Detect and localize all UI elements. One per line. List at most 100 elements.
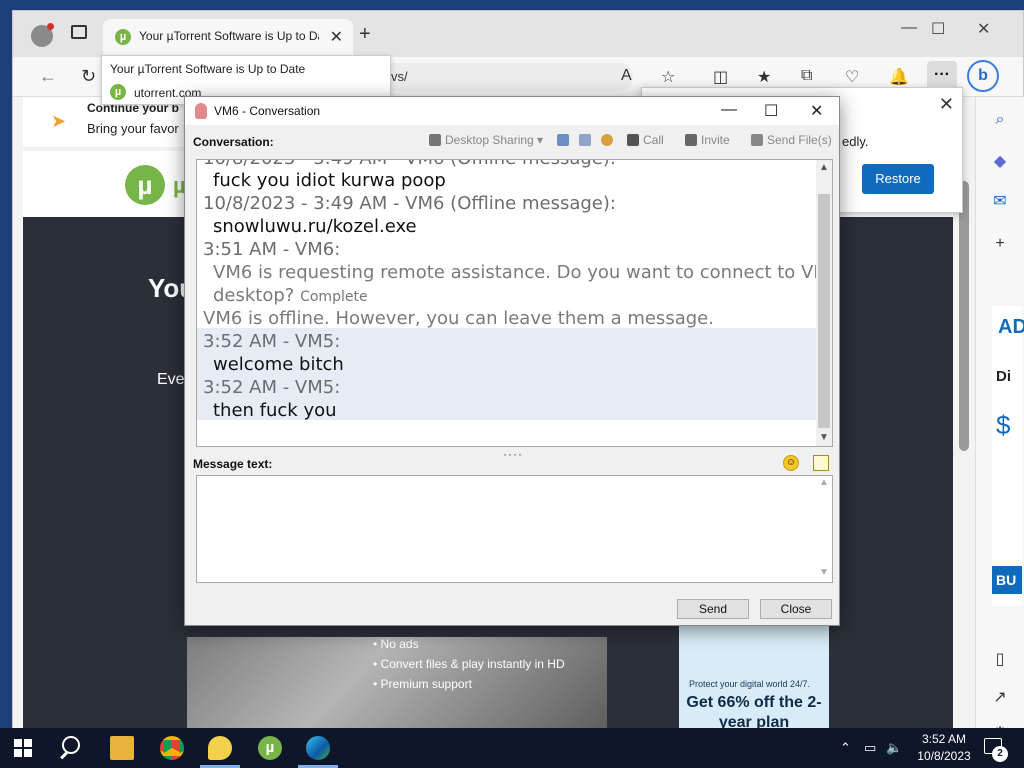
search-icon[interactable]: ⌕ (990, 111, 1010, 131)
page-scrollbar[interactable] (959, 181, 969, 451)
copilot-icon[interactable]: ◆ (990, 151, 1010, 171)
conversation-titlebar[interactable]: VM6 - Conversation — ☐ ✕ (185, 97, 839, 125)
file-transfer-icon[interactable] (579, 133, 595, 147)
maximize-icon[interactable]: ☐ (931, 19, 945, 39)
message-text: fuck you idiot kurwa poop (213, 170, 446, 191)
utorrent-logo-icon: µ (125, 165, 165, 205)
message-text[interactable]: snowluwu.ru/kozel.exe (213, 216, 417, 238)
notifications-bell-icon[interactable]: 🔔 (889, 67, 909, 87)
people-icon (685, 134, 697, 146)
profile-status-dot (47, 23, 54, 30)
close-window-icon[interactable]: ✕ (977, 19, 990, 39)
scroll-up-icon[interactable]: ▲ (819, 477, 835, 488)
system-message: desktop? Complete (213, 285, 368, 308)
desktop-sharing-label: Desktop Sharing (445, 133, 534, 147)
favorites-icon[interactable]: ★ (757, 67, 771, 87)
chevron-up-icon[interactable]: ⌃ (840, 740, 851, 756)
utorrent-icon[interactable]: µ (258, 736, 282, 760)
tab-strip: µ Your µTorrent Software is Up to Date ✕… (13, 11, 1023, 57)
volume-icon[interactable]: 🔈 (886, 740, 902, 756)
right-page-edge: AD Di $ BU (992, 306, 1024, 606)
system-message-text: desktop? (213, 285, 295, 306)
bing-copilot-icon[interactable]: b (967, 60, 999, 92)
emoticon-icon[interactable]: ☺ (783, 455, 799, 471)
message-text-label: Message text: (193, 457, 273, 471)
message-header: 10/8/2023 - 3:49 AM - VM6 (Offline messa… (203, 160, 616, 170)
system-message: VM6 is offline. However, you can leave t… (203, 308, 714, 329)
message-header: 3:51 AM - VM6: (203, 239, 341, 260)
send-files-button[interactable]: Send File(s) (751, 133, 832, 147)
collections-icon[interactable]: ⧉ (801, 67, 812, 85)
close-window-icon[interactable]: ✕ (810, 101, 823, 121)
scroll-up-icon[interactable]: ▲ (819, 162, 829, 173)
desktop-sharing-icon (429, 134, 441, 146)
close-icon[interactable]: ✕ (939, 94, 954, 115)
call-button[interactable]: Call (627, 133, 664, 147)
request-status: Complete (300, 289, 368, 305)
messenger-icon[interactable] (208, 736, 232, 760)
right-price-text: $ (996, 410, 1011, 440)
ad-banner[interactable]: Protect your digital world 24/7. Get 66%… (679, 621, 829, 731)
feature-item: • Premium support (373, 677, 472, 691)
close-button[interactable]: Close (760, 599, 832, 619)
ad-headline: Get 66% off the 2-year plan (686, 694, 822, 731)
tab-close-icon[interactable]: ✕ (330, 27, 343, 47)
conversation-label: Conversation: (193, 135, 274, 149)
restore-button[interactable]: Restore (862, 164, 934, 194)
camera-icon (627, 134, 639, 146)
add-sidebar-icon[interactable]: + (990, 235, 1010, 255)
network-icon[interactable]: ▭ (864, 740, 876, 756)
scroll-thumb[interactable] (818, 194, 830, 428)
splitter-grip[interactable]: ···· (503, 447, 523, 461)
utorrent-favicon-icon: µ (110, 84, 126, 100)
send-file-icon (751, 134, 763, 146)
chrome-icon[interactable] (160, 736, 184, 760)
right-buy-button[interactable]: BU (992, 566, 1022, 594)
conversation-title: VM6 - Conversation (214, 104, 321, 118)
minimize-icon[interactable]: — (721, 101, 737, 119)
font-format-icon[interactable] (813, 455, 829, 471)
invite-label: Invite (701, 133, 730, 147)
back-icon[interactable]: ← (39, 66, 57, 87)
browser-essentials-icon[interactable]: ♡ (845, 67, 859, 87)
conversation-log[interactable]: 10/8/2023 - 3:49 AM - VM6 (Offline messa… (196, 159, 833, 447)
clock-date[interactable]: 10/8/2023 (912, 749, 976, 763)
favorite-star-icon[interactable]: ☆ (661, 67, 675, 87)
utorrent-favicon-icon: µ (115, 29, 131, 45)
send-button[interactable]: Send (677, 599, 749, 619)
open-external-icon[interactable]: ↗ (990, 687, 1010, 707)
file-explorer-icon[interactable] (110, 736, 134, 760)
message-input[interactable] (196, 475, 833, 583)
feature-item: • No ads (373, 637, 419, 651)
address-text: vs/ (391, 69, 408, 84)
refresh-icon[interactable]: ↻ (81, 66, 96, 87)
desktop-sharing-button[interactable]: Desktop Sharing ▾ (429, 133, 543, 147)
taskbar: µ ⌃ ▭ 🔈 3:52 AM 10/8/2023 2 (0, 728, 1024, 768)
user-icon (195, 103, 207, 119)
hero-subtitle: Eve (157, 371, 185, 388)
games-icon[interactable] (601, 133, 617, 147)
sidebar-toggle-icon[interactable]: ▯ (990, 649, 1010, 669)
split-screen-icon[interactable]: ◫ (713, 67, 728, 87)
minimize-icon[interactable]: — (901, 19, 917, 37)
restore-text: edly. (842, 134, 869, 149)
windows-start-icon[interactable] (14, 739, 32, 757)
feature-item: • Convert files & play instantly in HD (373, 657, 565, 671)
outlook-icon[interactable]: ✉ (990, 191, 1010, 211)
tooltip-title: Your µTorrent Software is Up to Date (110, 62, 306, 76)
maximize-icon[interactable]: ☐ (764, 101, 778, 121)
clock-time[interactable]: 3:52 AM (918, 732, 970, 746)
invite-button[interactable]: Invite (685, 133, 730, 147)
paper-plane-icon: ➤ (51, 111, 67, 131)
scroll-down-icon[interactable]: ▼ (819, 432, 829, 443)
new-tab-icon[interactable]: + (359, 24, 371, 44)
browser-tab[interactable]: µ Your µTorrent Software is Up to Date ✕ (103, 19, 353, 57)
log-scrollbar[interactable]: ▲ ▼ (816, 160, 832, 446)
edge-icon[interactable] (306, 736, 330, 760)
whiteboard-icon[interactable] (557, 133, 573, 147)
right-ad-text: AD (998, 316, 1024, 338)
system-message: VM6 is requesting remote assistance. Do … (213, 262, 833, 283)
tab-title: Your µTorrent Software is Up to Date (139, 29, 319, 43)
read-aloud-icon[interactable]: A (621, 67, 632, 85)
tab-actions-icon[interactable] (71, 25, 87, 39)
